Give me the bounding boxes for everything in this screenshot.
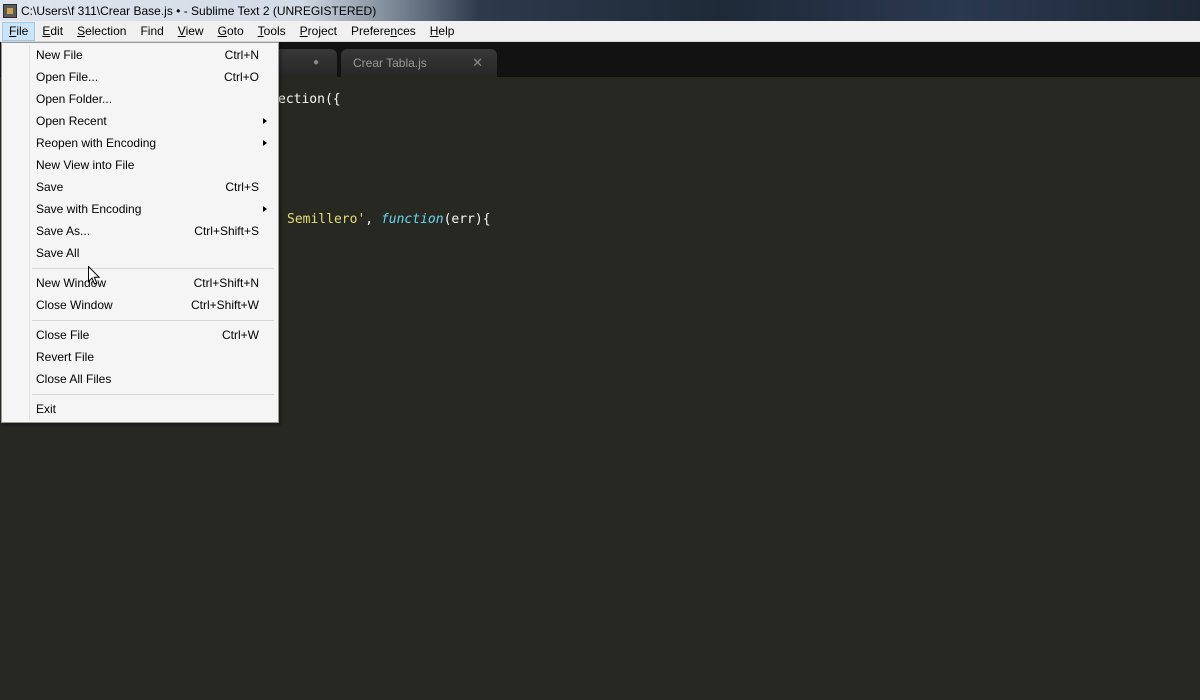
- menu-project-label: roject: [307, 23, 338, 38]
- menu-tools[interactable]: Tools: [251, 22, 293, 41]
- submenu-arrow-icon: [263, 118, 267, 124]
- unsaved-dot-icon[interactable]: ●: [313, 57, 319, 68]
- menu-view[interactable]: View: [171, 22, 211, 41]
- menu-item-close-window[interactable]: Close Window Ctrl+Shift+W: [4, 294, 276, 316]
- file-menu-dropdown: New File Ctrl+N Open File... Ctrl+O Open F…: [1, 42, 279, 423]
- menu-item-shortcut: Ctrl+Shift+N: [193, 276, 259, 290]
- menu-item-label: New View into File: [36, 158, 135, 172]
- menu-separator: [32, 394, 274, 395]
- menu-item-label: Save with Encoding: [36, 202, 142, 216]
- menu-item-open-file[interactable]: Open File... Ctrl+O: [4, 66, 276, 88]
- menu-item-save-as[interactable]: Save As... Ctrl+Shift+S: [4, 220, 276, 242]
- string-token: Semillero': [287, 212, 366, 227]
- code-line: Semillero', function(err){: [287, 212, 491, 227]
- menu-item-label: Save All: [36, 246, 80, 260]
- code-line: ection({: [278, 92, 341, 107]
- menu-item-shortcut: Ctrl+S: [225, 180, 259, 194]
- menu-view-mnemonic: V: [177, 23, 186, 38]
- menu-item-reopen-with-encoding[interactable]: Reopen with Encoding: [4, 132, 276, 154]
- menu-item-close-file[interactable]: Close File Ctrl+W: [4, 324, 276, 346]
- menu-item-shortcut: Ctrl+W: [222, 328, 259, 342]
- menu-item-save[interactable]: Save Ctrl+S: [4, 176, 276, 198]
- menu-bar: File Edit Selection Find View Goto Tools…: [0, 21, 1200, 42]
- menu-selection-mnemonic: S: [77, 23, 86, 38]
- menu-item-label: Open File...: [36, 70, 99, 84]
- menu-item-label: Close Window: [36, 298, 113, 312]
- menu-item-shortcut: Ctrl+Shift+S: [194, 224, 259, 238]
- menu-item-revert-file[interactable]: Revert File: [4, 346, 276, 368]
- menu-item-save-with-encoding[interactable]: Save with Encoding: [4, 198, 276, 220]
- menu-item-label: Save: [36, 180, 64, 194]
- close-tab-icon[interactable]: ✕: [472, 55, 483, 71]
- menu-separator: [32, 268, 274, 269]
- tab-crear-tabla[interactable]: Crear Tabla.js ✕: [340, 48, 498, 77]
- menu-preferences-label-start: Prefere: [351, 23, 391, 38]
- menu-goto[interactable]: Goto: [211, 22, 251, 41]
- menu-tools-label: ools: [263, 23, 286, 38]
- menu-find-label: Find: [140, 23, 164, 38]
- menu-item-shortcut: Ctrl+N: [224, 48, 259, 62]
- menu-item-shortcut: Ctrl+O: [223, 70, 259, 84]
- menu-edit-label: dit: [50, 23, 64, 38]
- menu-item-close-all-files[interactable]: Close All Files: [4, 368, 276, 390]
- window-title: C:\Users\f 311\Crear Base.js • - Sublime…: [21, 3, 377, 18]
- title-bar: C:\Users\f 311\Crear Base.js • - Sublime…: [0, 0, 1200, 21]
- menu-preferences[interactable]: Preferences: [344, 22, 423, 41]
- menu-item-label: Save As...: [36, 224, 91, 238]
- menu-file[interactable]: File: [2, 21, 36, 41]
- menu-view-label: iew: [185, 23, 204, 38]
- menu-item-label: Exit: [36, 402, 57, 416]
- menu-item-label: New File: [36, 48, 83, 62]
- punctuation-token: ,: [365, 212, 381, 227]
- submenu-arrow-icon: [263, 206, 267, 212]
- menu-preferences-label-end: ces: [397, 23, 416, 38]
- submenu-arrow-icon: [263, 140, 267, 146]
- menu-project[interactable]: Project: [293, 22, 344, 41]
- menu-help[interactable]: Help: [423, 22, 462, 41]
- menu-find[interactable]: Find: [133, 22, 170, 41]
- menu-item-label: Revert File: [36, 350, 95, 364]
- menu-item-label: Open Recent: [36, 114, 107, 128]
- menu-item-save-all[interactable]: Save All: [4, 242, 276, 264]
- menu-project-mnemonic: P: [299, 23, 308, 38]
- menu-item-new-file[interactable]: New File Ctrl+N: [4, 44, 276, 66]
- menu-item-new-window[interactable]: New Window Ctrl+Shift+N: [4, 272, 276, 294]
- menu-file-label: ile: [16, 23, 29, 38]
- sublime-app-icon[interactable]: [3, 3, 17, 18]
- menu-item-exit[interactable]: Exit: [4, 398, 276, 420]
- code-token: (err){: [443, 212, 491, 227]
- menu-item-shortcut: Ctrl+Shift+W: [190, 298, 259, 312]
- menu-item-label: Reopen with Encoding: [36, 136, 157, 150]
- menu-item-new-view-into-file[interactable]: New View into File: [4, 154, 276, 176]
- menu-selection[interactable]: Selection: [70, 22, 133, 41]
- menu-item-open-recent[interactable]: Open Recent: [4, 110, 276, 132]
- menu-item-open-folder[interactable]: Open Folder...: [4, 88, 276, 110]
- menu-item-label: Close All Files: [36, 372, 112, 386]
- menu-edit[interactable]: Edit: [35, 22, 70, 41]
- menu-goto-label: oto: [226, 23, 244, 38]
- menu-item-label: Close File: [36, 328, 90, 342]
- menu-item-label: Open Folder...: [36, 92, 113, 106]
- menu-help-label: elp: [438, 23, 455, 38]
- menu-separator: [32, 320, 274, 321]
- menu-goto-mnemonic: G: [217, 23, 227, 38]
- menu-selection-label: election: [85, 23, 127, 38]
- tab-label: Crear Tabla.js: [353, 56, 427, 70]
- keyword-token: function: [380, 212, 444, 227]
- mouse-pointer-icon: [88, 266, 100, 285]
